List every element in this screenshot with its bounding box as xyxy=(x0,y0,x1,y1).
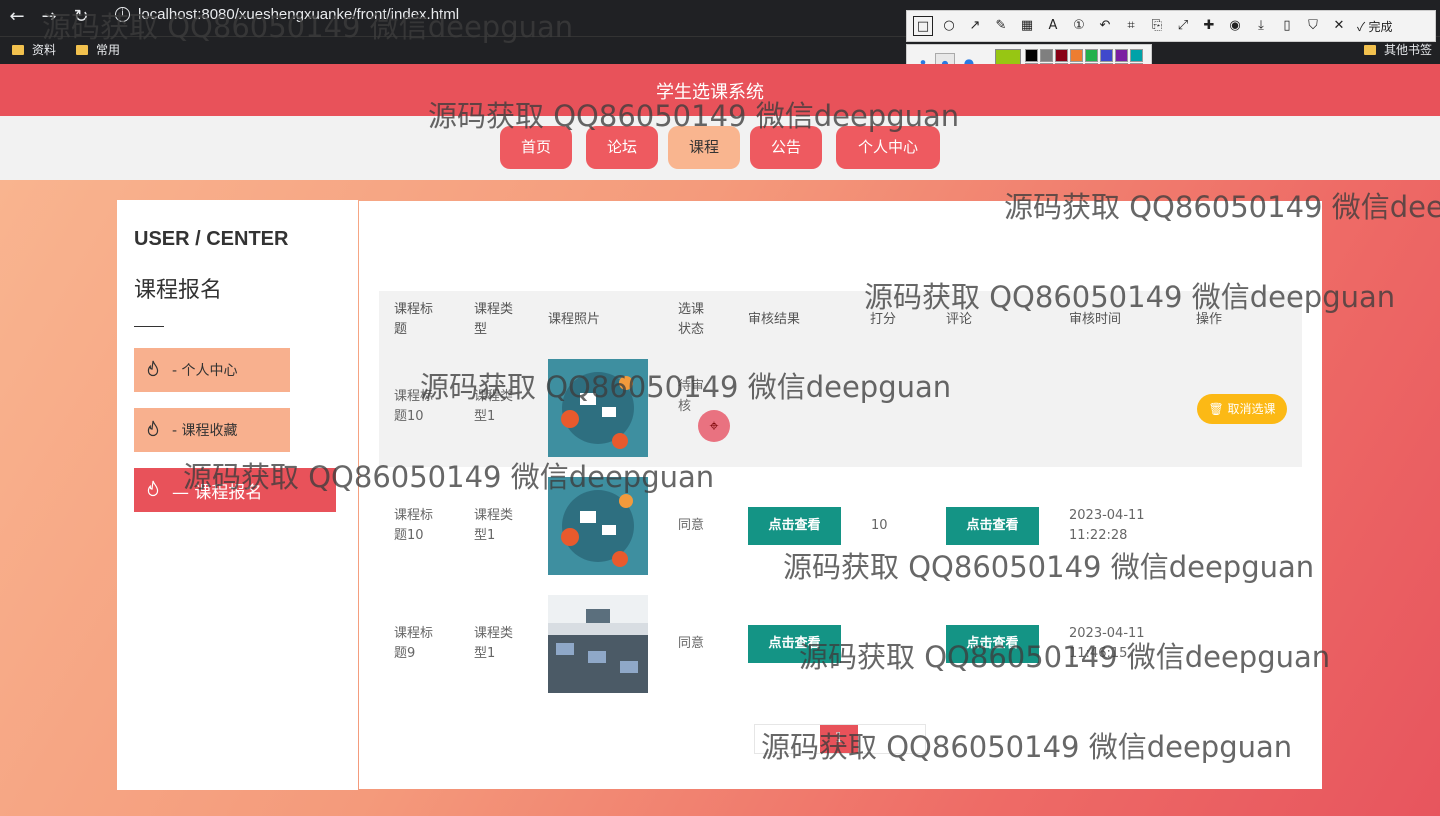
other-bookmarks[interactable]: 其他书签 xyxy=(1364,41,1432,58)
ellipse-icon[interactable]: ○ xyxy=(939,16,959,36)
folder-icon xyxy=(1364,44,1376,55)
watermark: 源码获取 QQ86050149 微信deepguan xyxy=(428,99,960,133)
review-time: 2023-04-11 11:22:28 xyxy=(1069,508,1145,543)
color-swatch[interactable] xyxy=(1025,49,1038,62)
course-title: 课程标题9 xyxy=(394,626,434,661)
col-status: 选课状态 xyxy=(678,302,705,337)
color-swatch[interactable] xyxy=(1130,49,1143,62)
download-icon[interactable]: ⤓ xyxy=(1251,16,1271,36)
watermark: 源码获取 QQ86050149 微信deepguan xyxy=(783,550,1315,584)
color-swatch[interactable] xyxy=(1040,49,1053,62)
mosaic-icon[interactable]: ▦ xyxy=(1017,16,1037,36)
watermark: 源码获取 QQ86050149 微信deepguan xyxy=(1004,190,1440,224)
pin-icon[interactable]: ✚ xyxy=(1199,16,1219,36)
watermark: 源码获取 QQ86050149 微信deepguan xyxy=(761,730,1293,764)
watermark: 源码获取 QQ86050149 微信deepguan xyxy=(799,640,1331,674)
cursor-icon: ⌖ xyxy=(698,410,730,442)
screenshot-toolbar: □ ○ ↗ ✎ ▦ A ① ↶ ⌗ ⎘ ⤢ ✚ ◉ ⤓ ▯ ⛉ ✕ ✓ 完成 xyxy=(906,10,1436,42)
color-swatch[interactable] xyxy=(1055,49,1068,62)
watermark: 源码获取 QQ86050149 微信deepguan xyxy=(42,10,574,44)
course-score: 10 xyxy=(871,518,888,533)
col-course-photo: 课程照片 xyxy=(548,312,601,327)
view-result-button[interactable]: 点击查看 xyxy=(748,507,841,545)
course-status: 同意 xyxy=(678,636,705,651)
close-icon[interactable]: ✕ xyxy=(1329,16,1349,36)
translate-icon[interactable]: ⎘ xyxy=(1147,16,1167,36)
flame-icon xyxy=(147,480,159,497)
col-course-title: 课程标题 xyxy=(394,302,434,337)
bookmark-icon[interactable]: ⛉ xyxy=(1303,16,1323,36)
watermark: 源码获取 QQ86050149 微信deepguan xyxy=(864,280,1396,314)
course-title: 课程标题10 xyxy=(394,508,434,543)
col-review-result: 审核结果 xyxy=(748,312,801,327)
view-comment-button[interactable]: 点击查看 xyxy=(946,507,1039,545)
phone-icon[interactable]: ▯ xyxy=(1277,16,1297,36)
color-swatch[interactable] xyxy=(1070,49,1083,62)
course-photo xyxy=(548,595,648,693)
flame-icon xyxy=(147,420,159,437)
ocr-icon[interactable]: ⌗ xyxy=(1121,16,1141,36)
long-screenshot-icon[interactable]: ⤢ xyxy=(1173,16,1193,36)
done-button[interactable]: ✓ 完成 xyxy=(1357,18,1393,35)
flame-icon xyxy=(147,360,159,377)
folder-icon xyxy=(12,44,24,55)
course-type: 课程类型1 xyxy=(474,508,514,543)
folder-icon xyxy=(76,44,88,55)
arrow-icon[interactable]: ↗ xyxy=(965,16,985,36)
undo-icon[interactable]: ↶ xyxy=(1095,16,1115,36)
record-icon[interactable]: ◉ xyxy=(1225,16,1245,36)
watermark: 源码获取 QQ86050149 微信deepguan xyxy=(183,460,715,494)
divider xyxy=(134,326,164,327)
color-swatch[interactable] xyxy=(1115,49,1128,62)
color-swatch[interactable] xyxy=(1100,49,1113,62)
watermark: 源码获取 QQ86050149 微信deepguan xyxy=(420,370,952,404)
sidebar-heading-en: USER / CENTER xyxy=(134,228,289,250)
number-icon[interactable]: ① xyxy=(1069,16,1089,36)
course-status: 同意 xyxy=(678,518,705,533)
pencil-icon[interactable]: ✎ xyxy=(991,16,1011,36)
back-icon[interactable]: ← xyxy=(4,4,30,30)
rectangle-icon[interactable]: □ xyxy=(913,16,933,36)
text-icon[interactable]: A xyxy=(1043,16,1063,36)
color-swatch[interactable] xyxy=(1085,49,1098,62)
sidebar-item-user-center[interactable]: - 个人中心 xyxy=(134,348,290,392)
cancel-enrollment-button[interactable]: 🗑 取消选课 xyxy=(1197,394,1287,424)
sidebar-heading: 课程报名 xyxy=(134,278,223,303)
sidebar-item-favorites[interactable]: - 课程收藏 xyxy=(134,408,290,452)
course-type: 课程类型1 xyxy=(474,626,514,661)
col-course-type: 课程类型 xyxy=(474,302,514,337)
